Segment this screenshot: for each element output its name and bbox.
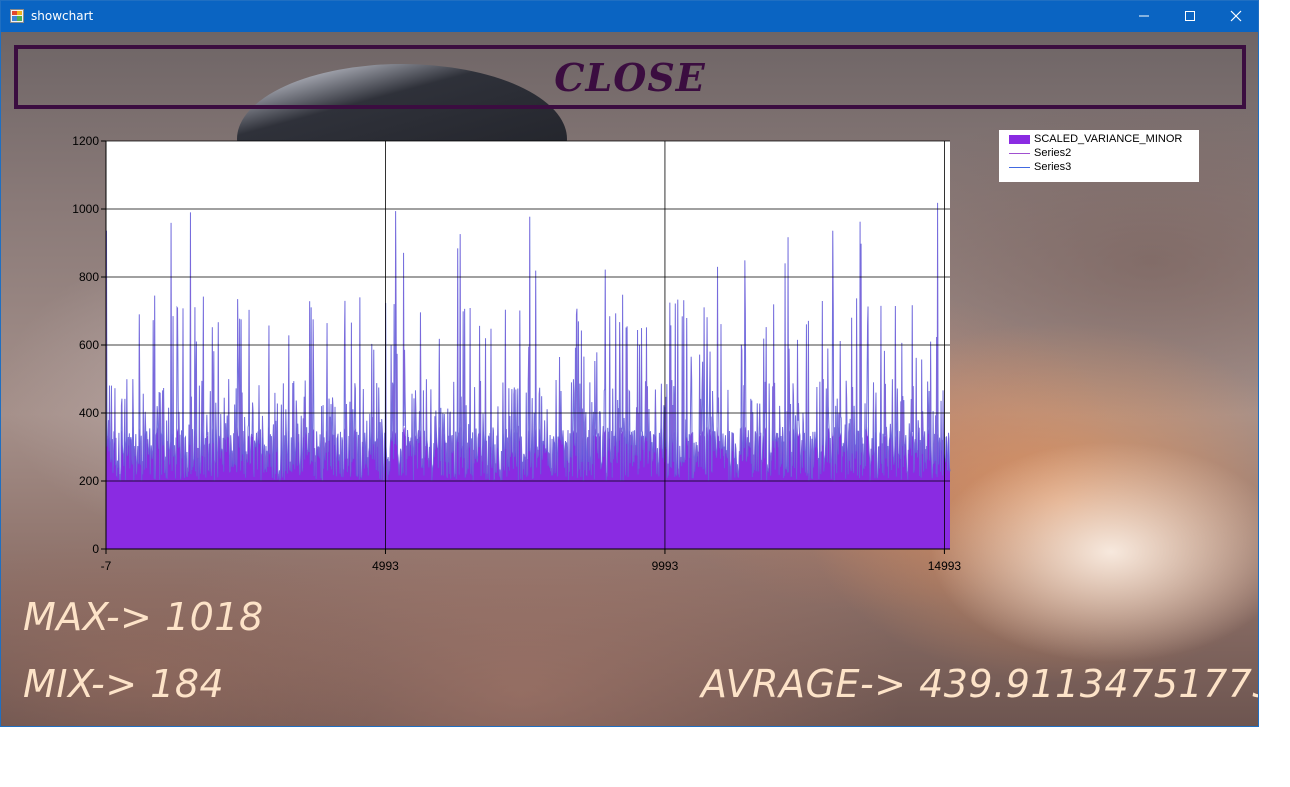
legend-label: Series2 [1034,147,1072,159]
close-button[interactable]: CLOSE [14,45,1246,109]
close-button-label: CLOSE [554,55,706,100]
legend-label: SCALED_VARIANCE_MINOR [1034,133,1183,145]
x-tick-label: 9993 [652,559,679,573]
close-window-button[interactable] [1213,1,1258,32]
app-window: showchart CLOSE 0 200 400 600 800 1000 1200 -7 4… [0,0,1259,727]
legend-label: Series3 [1034,161,1072,173]
y-tick-label: 800 [79,270,99,284]
maximize-icon [1185,11,1195,21]
title-bar[interactable]: showchart [1,1,1258,32]
y-tick-label: 1000 [72,202,99,216]
max-value-label: MAX-> 1018 [23,595,264,639]
legend-swatch-line [1009,153,1030,154]
legend-swatch-area [1009,135,1030,144]
minimize-icon [1139,15,1149,17]
close-icon [1230,10,1242,22]
window-title: showchart [31,9,94,23]
form-background: CLOSE 0 200 400 600 800 1000 1200 -7 4993 9993 149… [1,32,1258,726]
y-tick-label: 1200 [72,134,99,148]
y-tick-label: 400 [79,406,99,420]
minimize-button[interactable] [1121,1,1167,32]
x-tick-label: -7 [101,559,112,573]
legend-swatch-line [1009,167,1030,168]
maximize-button[interactable] [1167,1,1213,32]
variance-chart: 0 200 400 600 800 1000 1200 -7 4993 9993 14993 [72,134,962,573]
y-tick-label: 0 [92,542,99,556]
x-tick-label: 4993 [372,559,399,573]
y-tick-label: 600 [79,338,99,352]
x-tick-label: 14993 [928,559,962,573]
y-tick-label: 200 [79,474,99,488]
app-icon [10,9,24,23]
average-value-label: AVRAGE-> 439.911347517731 [701,662,1258,706]
chart-legend: SCALED_VARIANCE_MINOR Series2 Series3 [999,130,1199,182]
min-value-label: MIX-> 184 [23,662,225,706]
